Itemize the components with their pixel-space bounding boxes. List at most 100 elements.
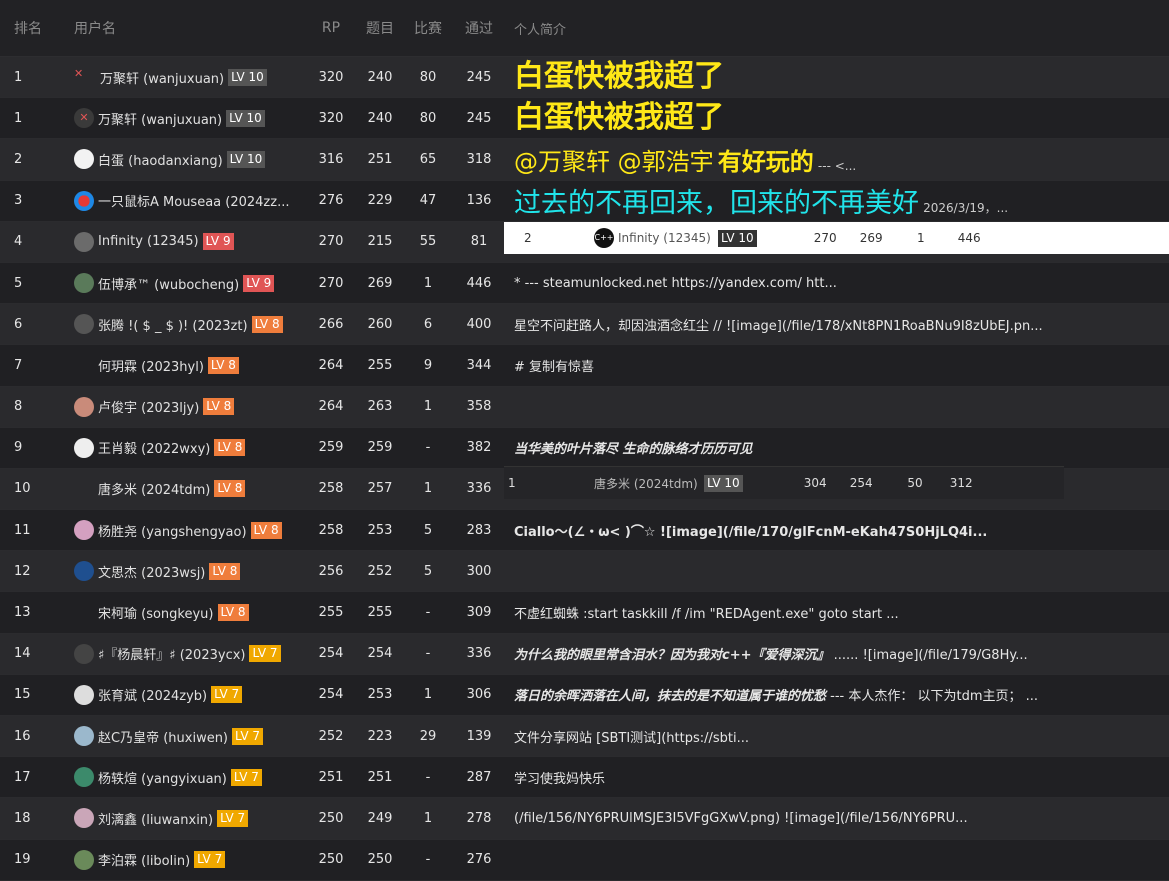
user-cell[interactable]: 张腾 !( $ _ $ )! (2023zt) LV 8 (74, 314, 306, 335)
user-link[interactable]: ♯『杨晨轩』♯ (2023ycx) (98, 644, 245, 663)
bio-cell: 文件分享网站 [SBTI测试](https://sbti... (514, 730, 750, 746)
passed-cell: 358 (466, 399, 492, 415)
user-link[interactable]: 刘漓鑫 (liuwanxin) (98, 809, 213, 828)
user-cell[interactable]: ✕ 万聚轩 (wanjuxuan) LV 10 (74, 67, 306, 87)
user-link[interactable]: 卢俊宇 (2023ljy) (98, 397, 199, 416)
contests-cell: 29 (419, 728, 437, 744)
problems-cell: 255 (367, 357, 393, 373)
user-cell[interactable]: 何玥霖 (2023hyl) LV 8 (74, 355, 306, 375)
user-link[interactable]: 唐多米 (2024tdm) (98, 479, 210, 498)
rank-cell: 17 (14, 769, 31, 785)
user-link[interactable]: 何玥霖 (2023hyl) (98, 356, 204, 375)
user-cell[interactable]: 唐多米 (2024tdm) LV 8 (74, 479, 306, 499)
rp-cell: 320 (318, 69, 344, 85)
user-cell[interactable]: 文思杰 (2023wsj) LV 8 (74, 561, 306, 582)
user-cell[interactable]: ♯『杨晨轩』♯ (2023ycx) LV 7 (74, 643, 306, 664)
passed-cell: 446 (466, 275, 492, 291)
embed-rank: 2 (524, 231, 532, 245)
avatar (74, 314, 94, 335)
user-cell[interactable]: 伍博承™ (wubocheng) LV 9 (74, 273, 306, 294)
level-badge: LV 7 (249, 645, 281, 663)
problems-cell: 249 (367, 810, 393, 826)
level-badge: LV 10 (226, 109, 265, 127)
embed-level-badge: LV 10 (704, 474, 743, 492)
table-row: 7 何玥霖 (2023hyl) LV 8 264 255 9 344 # 复制有… (0, 345, 1169, 387)
bio-cell: 落日的余晖洒落在人间，抹去的是不知道属于谁的忧愁 --- 本人杰作： 以下为td… (506, 685, 1169, 704)
embedded-rank-row-2: 1 唐多米 (2024tdm) LV 10 304 254 50 312 (504, 466, 1064, 499)
rp-cell: 270 (318, 234, 344, 250)
user-link[interactable]: 李泊霖 (libolin) (98, 850, 190, 869)
contests-cell: 1 (423, 275, 433, 291)
user-link[interactable]: 一只鼠标A Mouseaa (2024zz... (98, 191, 289, 210)
table-row: 12 文思杰 (2023wsj) LV 8 256 252 5 300 (0, 551, 1169, 593)
header-contests: 比赛 (414, 21, 442, 37)
level-badge: LV 8 (209, 562, 241, 580)
user-link[interactable]: 伍博承™ (wubocheng) (98, 274, 239, 293)
rp-cell: 258 (318, 522, 344, 538)
passed-cell: 309 (466, 605, 492, 621)
user-cell[interactable]: Infinity (12345) LV 9 (74, 231, 306, 252)
user-cell[interactable]: 赵C乃皇帝 (huxiwen) LV 7 (74, 726, 306, 747)
bio-more: ...... ![image](/file/179/G8Hy... (833, 648, 1028, 664)
user-link[interactable]: 万聚轩 (wanjuxuan) (98, 109, 222, 128)
header-rank: 排名 (14, 21, 42, 37)
user-cell[interactable]: 宋柯瑜 (songkeyu) LV 8 (74, 603, 306, 623)
level-badge: LV 9 (243, 274, 275, 292)
header-bio: 个人简介 (514, 22, 567, 38)
embed-user[interactable]: 唐多米 (2024tdm) (594, 475, 700, 492)
problems-cell: 240 (367, 110, 393, 126)
contests-cell: 1 (423, 687, 433, 703)
table-row: 16 赵C乃皇帝 (huxiwen) LV 7 252 223 29 139 文… (0, 716, 1169, 758)
contests-cell: 1 (423, 399, 433, 415)
contests-cell: 47 (419, 193, 437, 209)
bio-cell: 为什么我的眼里常含泪水？因为我对c++『爱得深沉』 ...... ![image… (506, 644, 1169, 663)
user-cell[interactable]: 一只鼠标A Mouseaa (2024zz... (74, 190, 306, 211)
bio-more: 2026/3/19，... (923, 201, 1009, 216)
user-cell[interactable]: 杨轶煊 (yangyixuan) LV 7 (74, 767, 306, 788)
avatar (74, 726, 94, 747)
header-rp: RP (321, 20, 341, 36)
user-cell[interactable]: 卢俊宇 (2023ljy) LV 8 (74, 396, 306, 417)
bio-cell: 白蛋快被我超了 (506, 100, 1169, 136)
c-plus-plus-icon: C++ (594, 228, 614, 248)
user-link[interactable]: 文思杰 (2023wsj) (98, 562, 205, 581)
bio-text: 白蛋快被我超了 (514, 100, 724, 136)
user-link[interactable]: 万聚轩 (wanjuxuan) (100, 68, 224, 87)
user-cell[interactable]: 刘漓鑫 (liuwanxin) LV 7 (74, 808, 306, 829)
user-link[interactable]: 张育斌 (2024zyb) (98, 685, 207, 704)
user-cell[interactable]: ✕ 万聚轩 (wanjuxuan) LV 10 (74, 108, 306, 129)
contests-cell: - (425, 646, 431, 662)
user-link[interactable]: Infinity (12345) (98, 234, 199, 249)
level-badge: LV 10 (226, 150, 266, 168)
user-cell[interactable]: 张育斌 (2024zyb) LV 7 (74, 684, 306, 705)
table-row: 8 卢俊宇 (2023ljy) LV 8 264 263 1 358 (0, 386, 1169, 428)
embed-problems: 254 (849, 476, 873, 490)
table-row: 1 ✕ 万聚轩 (wanjuxuan) LV 10 320 240 80 245… (0, 98, 1169, 140)
rp-cell: 254 (318, 687, 344, 703)
rp-cell: 264 (318, 399, 344, 415)
rp-cell: 254 (318, 646, 344, 662)
table-row: 5 伍博承™ (wubocheng) LV 9 270 269 1 446 * … (0, 262, 1169, 305)
problems-cell: 255 (367, 605, 393, 621)
user-cell[interactable]: 杨胜尧 (yangshengyao) LV 8 (74, 520, 306, 541)
user-link[interactable]: 杨胜尧 (yangshengyao) (98, 521, 247, 540)
table-row: 3 一只鼠标A Mouseaa (2024zz... 276 229 47 13… (0, 180, 1169, 222)
problems-cell: 259 (367, 440, 393, 456)
level-badge: LV 7 (194, 851, 226, 869)
user-link[interactable]: 白蛋 (haodanxiang) (98, 150, 223, 169)
embed-user[interactable]: Infinity (12345) (618, 231, 714, 245)
contests-cell: - (425, 605, 431, 621)
rp-cell: 266 (318, 316, 344, 332)
bio-bold: 有好玩的 (717, 147, 814, 176)
contests-cell: 80 (419, 110, 437, 126)
user-link[interactable]: 张腾 !( $ _ $ )! (2023zt) (98, 315, 248, 334)
user-link[interactable]: 王肖毅 (2022wxy) (98, 438, 210, 457)
passed-cell: 283 (466, 522, 492, 538)
user-cell[interactable]: 白蛋 (haodanxiang) LV 10 (74, 149, 306, 170)
contests-cell: 5 (423, 522, 433, 538)
rank-cell: 10 (14, 481, 31, 497)
user-link[interactable]: 杨轶煊 (yangyixuan) (98, 768, 227, 787)
user-cell[interactable]: 王肖毅 (2022wxy) LV 8 (74, 437, 306, 458)
user-link[interactable]: 赵C乃皇帝 (huxiwen) (98, 727, 228, 746)
user-link[interactable]: 宋柯瑜 (songkeyu) (98, 603, 214, 622)
